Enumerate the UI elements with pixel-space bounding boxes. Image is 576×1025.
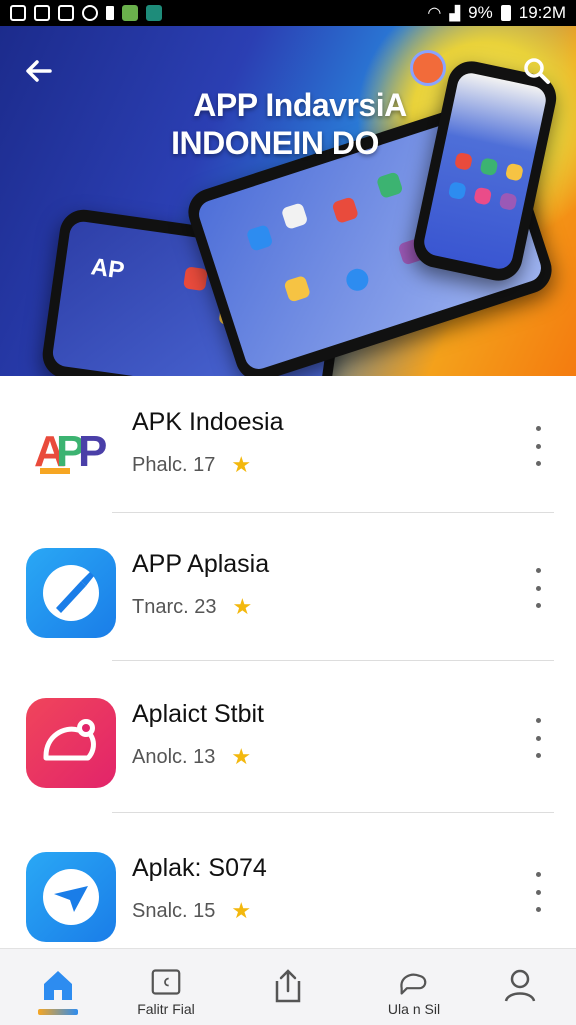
app-dot-icon: [454, 151, 474, 171]
star-icon: ★: [231, 898, 252, 923]
nav-calendar[interactable]: Falitr Fial: [136, 967, 196, 1017]
status-icons-left: [10, 5, 162, 21]
app-notification-icon: [122, 5, 138, 21]
search-button[interactable]: [520, 54, 554, 88]
list-item[interactable]: APP Aplasia Tnarc. 23 ★: [0, 518, 576, 668]
clock: 19:2M: [518, 3, 566, 22]
more-options-button[interactable]: [530, 872, 546, 912]
star-icon: ★: [232, 594, 253, 619]
more-dot: [535, 872, 541, 877]
status-icons-right: ◠ ▟ 9% 19:2M: [427, 3, 566, 23]
app-dot-icon: [479, 157, 499, 177]
apk-logo-icon: A P P: [26, 406, 116, 496]
app-version: Anolc. 13: [132, 745, 216, 768]
plane-graphic: [43, 869, 99, 925]
more-dot: [535, 443, 541, 449]
app-name: Aplak: S074: [132, 854, 267, 882]
divider: [112, 660, 554, 661]
status-bar: ◠ ▟ 9% 19:2M: [0, 0, 576, 26]
brush-graphic: [43, 565, 99, 621]
app-version: Snalc. 15: [132, 899, 216, 922]
sim-icon: [106, 6, 114, 20]
list-item[interactable]: Aplaict Stbit Anolc. 13 ★: [0, 668, 576, 818]
chat-icon: [400, 973, 427, 995]
app-notification-icon-2: [146, 5, 162, 21]
more-dot: [535, 461, 541, 466]
app-dot-icon: [504, 162, 524, 182]
app-dot-icon: [343, 265, 372, 294]
battery-percent: 9%: [468, 3, 493, 22]
photo-notification-icon: [34, 5, 50, 21]
app-dot-icon: [473, 186, 493, 206]
divider: [112, 512, 554, 513]
list-item[interactable]: A P P APK Indoesia Phalc. 17 ★: [0, 376, 576, 526]
signal-icon: ▟: [449, 4, 461, 21]
more-options-button[interactable]: [530, 426, 546, 466]
brush-app-icon: [26, 548, 116, 638]
nav-chat-label: Ula n Sil: [387, 1001, 441, 1017]
app-name: APP Aplasia: [132, 550, 270, 578]
app-dot-icon: [447, 181, 467, 201]
profile-icon: [504, 969, 536, 1002]
more-options-button[interactable]: [530, 568, 546, 608]
star-icon: ★: [231, 744, 252, 769]
battery-icon: [500, 5, 511, 21]
app-name: Aplaict Stbit: [132, 700, 265, 728]
more-dot: [535, 718, 541, 723]
app-dot-icon: [498, 191, 518, 211]
apk-logo-graphic: A P P: [34, 427, 107, 476]
plane-app-icon: [26, 852, 116, 942]
more-dot: [535, 603, 541, 608]
app-version: Phalc. 17: [132, 453, 216, 476]
more-dot: [535, 907, 541, 912]
share-icon: [275, 969, 301, 1003]
hero-title: APP IndavrsiA INDONEIN DO: [150, 86, 450, 162]
image-notification-icon: [10, 5, 26, 21]
more-dot: [535, 735, 541, 741]
app-meta: Tnarc. 23 ★: [132, 594, 252, 620]
more-dot: [535, 889, 541, 895]
app-meta: Anolc. 13 ★: [132, 744, 251, 770]
nav-home[interactable]: [28, 967, 88, 1017]
divider: [112, 812, 554, 813]
sync-notification-icon: [82, 5, 98, 21]
star-icon: ★: [231, 452, 252, 477]
app-version: Tnarc. 23: [132, 595, 217, 618]
hero-title-line2: INDONEIN DO: [171, 125, 379, 161]
chat-bubble-graphic: [43, 719, 96, 761]
search-icon: [524, 58, 550, 84]
hero-title-line1: APP IndavrsiA: [193, 87, 407, 123]
hero-banner: AP APP IndavrsiA INDONEIN DO: [0, 26, 576, 376]
calendar-icon: [151, 969, 181, 995]
nav-profile[interactable]: [490, 967, 550, 1017]
nav-calendar-label: Falitr Fial: [137, 1001, 195, 1017]
home-icon: [44, 971, 72, 1000]
nav-home-indicator: [38, 1009, 78, 1015]
app-dot-icon: [280, 202, 309, 230]
phone-screen-logo: AP: [89, 253, 127, 285]
more-dot: [535, 568, 541, 573]
app-dot-icon: [183, 266, 208, 292]
more-dot: [535, 426, 541, 431]
app-meta: Phalc. 17 ★: [132, 452, 251, 478]
more-dot: [535, 585, 541, 591]
app-name: APK Indoesia: [132, 408, 284, 436]
svg-text:P: P: [78, 427, 107, 476]
bottom-navigation: Falitr Fial Ula n Sil: [0, 948, 576, 1025]
app-dot-icon: [375, 171, 404, 200]
message-notification-icon: [58, 5, 74, 21]
app-dot-icon: [245, 224, 274, 252]
more-dot: [535, 753, 541, 758]
arrow-left-icon: [26, 60, 52, 82]
nav-chat[interactable]: Ula n Sil: [384, 967, 444, 1017]
chat-bubble-app-icon: [26, 698, 116, 788]
back-button[interactable]: [22, 54, 56, 88]
wifi-icon: ◠: [427, 5, 442, 22]
app-dot-icon: [331, 196, 360, 224]
app-meta: Snalc. 15 ★: [132, 898, 251, 924]
badge-decoration-icon: [410, 50, 446, 86]
more-options-button[interactable]: [530, 718, 546, 758]
app-dot-icon: [283, 274, 312, 303]
nav-share[interactable]: [258, 967, 318, 1017]
